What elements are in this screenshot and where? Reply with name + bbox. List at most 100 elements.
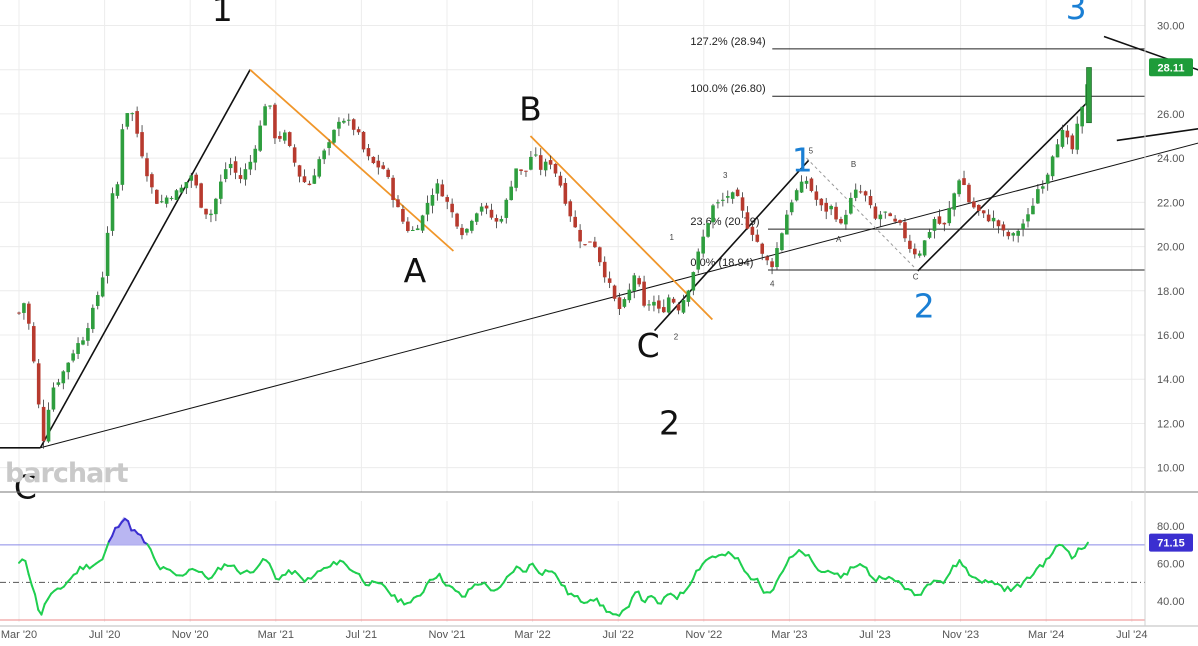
candle-up: [701, 236, 705, 254]
candle-up: [66, 362, 71, 373]
candle-down: [809, 178, 814, 191]
candle-down: [292, 147, 297, 163]
candle-down: [583, 244, 587, 246]
wave-label-minor: 2: [674, 332, 679, 341]
candle-down: [858, 191, 863, 193]
candle-down: [381, 165, 386, 169]
candle-up: [346, 119, 351, 121]
barchart-logo: barchart: [5, 458, 129, 489]
candle-up: [1031, 205, 1035, 215]
candle-down: [36, 363, 41, 405]
candle-down: [967, 184, 971, 203]
candle-down: [376, 160, 381, 168]
candle-up: [1050, 156, 1055, 177]
candle-up: [435, 183, 440, 194]
candle-up: [627, 289, 632, 301]
candle-down: [455, 213, 459, 227]
candle-up: [317, 159, 322, 177]
candle-up: [957, 180, 961, 195]
candle-up: [622, 299, 627, 307]
candle-down: [140, 132, 144, 157]
candle-up: [174, 190, 179, 200]
time-tick-label: Jul '24: [1116, 629, 1147, 641]
candle-down: [819, 198, 824, 206]
candle-up: [415, 228, 420, 231]
wave-label-minor: A: [836, 235, 842, 244]
candle-up: [947, 208, 952, 224]
candle-down: [839, 219, 843, 224]
candle-down: [893, 218, 897, 222]
candle-down: [558, 175, 563, 186]
candle-up: [1040, 186, 1045, 189]
candle-up: [465, 228, 469, 233]
wave-label-minor: C: [913, 273, 919, 282]
wave-label-minor: 5: [809, 147, 814, 156]
time-tick-label: Mar '23: [771, 629, 807, 641]
candle-up: [799, 181, 804, 193]
time-tick-label: Jul '20: [89, 629, 120, 641]
price-tick-label: 24.00: [1157, 153, 1185, 165]
candle-down: [361, 131, 366, 150]
candle-up: [81, 340, 85, 345]
candle-down: [494, 218, 499, 222]
candle-down: [908, 240, 912, 249]
candle-up: [932, 219, 937, 231]
candle-up: [725, 196, 730, 198]
candle-down: [750, 226, 755, 235]
candle-down: [204, 208, 208, 215]
candle-down: [41, 406, 46, 442]
price-tick-label: 10.00: [1157, 463, 1185, 475]
candle-up: [730, 192, 735, 199]
wave-label: C: [637, 326, 660, 365]
candle-down: [351, 119, 356, 130]
candle-up: [189, 175, 194, 181]
candle-up: [410, 229, 415, 231]
candle-down: [814, 191, 819, 200]
candle-down: [238, 175, 243, 179]
candle-up: [125, 113, 130, 127]
candle-up: [647, 304, 651, 306]
candle-down: [834, 206, 838, 220]
candle-down: [135, 111, 139, 134]
candle-down: [1065, 130, 1070, 138]
candle-down: [617, 297, 622, 309]
candle-up: [228, 163, 233, 169]
candle-up: [263, 106, 267, 126]
candle-up: [258, 125, 262, 151]
candle-down: [568, 201, 573, 217]
rsi-tick-label: 60.00: [1157, 559, 1185, 571]
candle-up: [327, 142, 331, 149]
candle-up: [883, 211, 888, 213]
candle-down: [1006, 231, 1011, 237]
candle-down: [445, 197, 450, 202]
candle-down: [386, 169, 390, 177]
candle-down: [356, 129, 361, 133]
candle-down: [593, 241, 597, 248]
candle-up: [804, 180, 809, 184]
candle-down: [391, 177, 395, 200]
candle-down: [371, 156, 376, 164]
candle-down: [302, 176, 307, 183]
candle-down: [888, 213, 892, 217]
candle-down: [588, 241, 592, 243]
fib-level-label: 100.0% (26.80): [690, 83, 765, 95]
candle-down: [642, 281, 646, 306]
candle-up: [952, 193, 956, 210]
stock-chart[interactable]: 127.2% (28.94)100.0% (26.80)23.6% (20.79…: [0, 0, 1198, 646]
time-tick-label: Jul '22: [602, 629, 633, 641]
candle-down: [150, 174, 154, 188]
wave-label-minor: 1: [669, 233, 674, 242]
candle-up: [474, 213, 479, 222]
candle-down: [824, 202, 829, 212]
candle-down: [440, 184, 445, 197]
candle-down: [671, 298, 676, 303]
candle-up: [56, 382, 61, 385]
candle-up: [721, 199, 725, 201]
candle-up: [785, 214, 789, 235]
candle-down: [996, 220, 1001, 227]
candle-up: [632, 275, 637, 292]
time-tick-label: Nov '22: [685, 629, 722, 641]
candle-down: [873, 206, 878, 219]
wave-label-minor: 4: [770, 279, 775, 288]
candle-down: [760, 243, 765, 254]
